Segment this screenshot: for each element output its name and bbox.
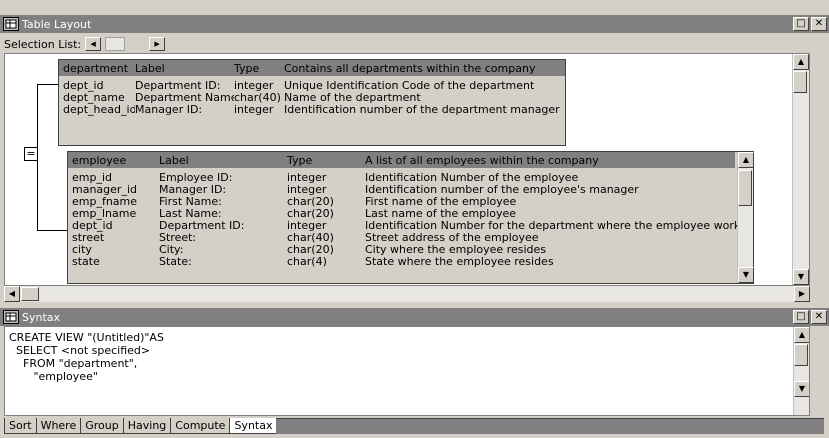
window-title: Table Layout	[22, 17, 92, 31]
scroll-thumb[interactable]	[793, 71, 807, 93]
table-row[interactable]: state State: char(4) State where the emp…	[68, 255, 753, 268]
syntax-title: Syntax	[22, 310, 61, 324]
comment-header: Contains all departments within the comp…	[284, 61, 536, 75]
table-row[interactable]: street Street: char(40) Street address o…	[68, 231, 753, 244]
scroll-thumb[interactable]	[794, 344, 808, 366]
table-layout-canvas[interactable]: department Label Type Contains all depar…	[4, 53, 810, 286]
tab-having[interactable]: Having	[122, 418, 172, 434]
department-table-header[interactable]: department Label Type Contains all depar…	[59, 60, 565, 76]
employee-table[interactable]: employee Label Type A list of all employ…	[67, 151, 754, 284]
table-row[interactable]: dept_name Department Name: char(40) Name…	[59, 91, 565, 104]
syntax-titlebar: Syntax □ ✕	[0, 308, 829, 326]
syntax-text-area[interactable]: CREATE VIEW "(Untitled)"AS SELECT <not s…	[4, 326, 810, 416]
join-line	[37, 84, 58, 85]
window-app-icon	[3, 17, 19, 31]
table-row[interactable]: dept_id Department ID: integer Unique Id…	[59, 79, 565, 92]
scroll-up-icon[interactable]: ▲	[738, 152, 754, 168]
canvas-vertical-scrollbar[interactable]: ▲ ▼	[792, 54, 809, 285]
scroll-left-icon[interactable]: ◀	[4, 286, 20, 302]
tab-syntax[interactable]: Syntax	[229, 418, 278, 434]
label-header: Label	[159, 153, 189, 167]
table-row[interactable]: emp_id Employee ID: integer Identificati…	[68, 171, 753, 184]
selection-list-bar: Selection List: ◀ ▶	[0, 34, 829, 54]
selection-list-track[interactable]	[105, 37, 126, 51]
tab-strip: Sort Where Group Having Compute Syntax	[4, 415, 824, 434]
table-row[interactable]: emp_lname Last Name: char(20) Last name …	[68, 207, 753, 220]
tab-compute[interactable]: Compute	[170, 418, 231, 434]
syntax-line: FROM "department",	[9, 357, 138, 370]
table-row[interactable]: city City: char(20) City where the emplo…	[68, 243, 753, 256]
canvas-horizontal-scrollbar[interactable]: ◀ ▶	[4, 286, 810, 302]
label-header: Label	[135, 61, 165, 75]
tab-sort[interactable]: Sort	[4, 418, 37, 434]
tab-strip-fill	[276, 418, 824, 434]
type-header: Type	[287, 153, 313, 167]
syntax-line: "employee"	[9, 370, 98, 383]
table-layout-titlebar: Table Layout □ ✕	[0, 15, 829, 33]
table-name: employee	[72, 153, 127, 167]
table-row[interactable]: dept_id Department ID: integer Identific…	[68, 219, 753, 232]
join-operator-button[interactable]: =	[24, 147, 38, 161]
maximize-button[interactable]: □	[793, 17, 809, 31]
maximize-button[interactable]: □	[793, 310, 809, 324]
scroll-left-icon[interactable]: ◀	[85, 37, 102, 51]
window-app-icon	[3, 310, 19, 324]
tab-group[interactable]: Group	[80, 418, 124, 434]
table-name: department	[63, 61, 129, 75]
employee-table-scrollbar[interactable]: ▲ ▼	[737, 152, 754, 283]
close-button[interactable]: ✕	[811, 17, 827, 31]
join-line	[37, 230, 68, 231]
scroll-right-icon[interactable]: ▶	[794, 286, 810, 302]
scroll-up-icon[interactable]: ▲	[793, 54, 809, 70]
scroll-right-icon[interactable]: ▶	[149, 37, 166, 51]
scroll-thumb[interactable]	[21, 287, 39, 301]
scroll-down-icon[interactable]: ▼	[738, 267, 754, 283]
syntax-line: SELECT <not specified>	[9, 344, 151, 357]
scroll-thumb[interactable]	[738, 170, 752, 206]
scroll-down-icon[interactable]: ▼	[794, 381, 809, 397]
type-header: Type	[234, 61, 260, 75]
scroll-down-icon[interactable]: ▼	[793, 269, 809, 285]
tab-where[interactable]: Where	[35, 418, 82, 434]
scroll-up-icon[interactable]: ▲	[794, 327, 809, 343]
table-row[interactable]: dept_head_id Manager ID: integer Identif…	[59, 103, 565, 116]
syntax-vertical-scrollbar[interactable]: ▲ ▼	[793, 327, 809, 415]
close-button[interactable]: ✕	[811, 310, 827, 324]
employee-table-header[interactable]: employee Label Type A list of all employ…	[68, 152, 735, 168]
selection-list-label: Selection List:	[4, 37, 82, 51]
table-row[interactable]: manager_id Manager ID: integer Identific…	[68, 183, 753, 196]
table-row[interactable]: emp_fname First Name: char(20) First nam…	[68, 195, 753, 208]
comment-header: A list of all employees within the compa…	[365, 153, 599, 167]
department-table[interactable]: department Label Type Contains all depar…	[58, 59, 566, 146]
syntax-line: CREATE VIEW "(Untitled)"AS	[9, 331, 164, 344]
